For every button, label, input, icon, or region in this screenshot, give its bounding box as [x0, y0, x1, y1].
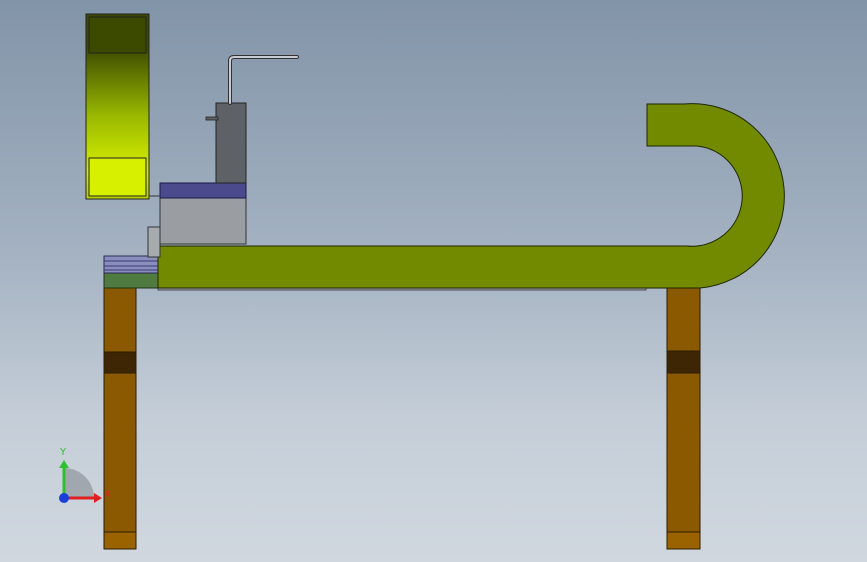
right-leg-foot [666, 531, 701, 550]
graphics-viewport[interactable]: Y X [0, 0, 867, 562]
view-triad: Y X [59, 447, 111, 503]
right-leg-band [666, 350, 701, 374]
spindle-tab [205, 116, 219, 121]
left-leg-foot [103, 531, 137, 550]
triad-z-axis [59, 493, 69, 503]
left-leg[interactable] [103, 287, 137, 550]
cable-chain[interactable] [157, 103, 785, 289]
left-leg-band [103, 351, 137, 374]
spindle [215, 102, 247, 184]
triad-x-arrow [94, 493, 102, 503]
model-scene[interactable]: Y X [0, 0, 867, 562]
right-leg[interactable] [666, 287, 701, 550]
rail-base[interactable] [103, 255, 161, 274]
motor-block [159, 197, 247, 245]
top-plate [103, 272, 161, 289]
triad-plane [64, 468, 94, 498]
motor-bracket [147, 226, 161, 258]
motor-flange [159, 182, 247, 199]
triad-y-label: Y [59, 447, 67, 458]
triad-x-label: X [104, 489, 111, 500]
triad-y-arrow [59, 460, 69, 468]
control-box-bottom-panel [88, 157, 147, 197]
control-box-top-panel [88, 16, 147, 54]
control-box[interactable] [85, 13, 160, 200]
motor-assembly[interactable] [147, 102, 247, 258]
air-hose[interactable] [228, 55, 299, 105]
